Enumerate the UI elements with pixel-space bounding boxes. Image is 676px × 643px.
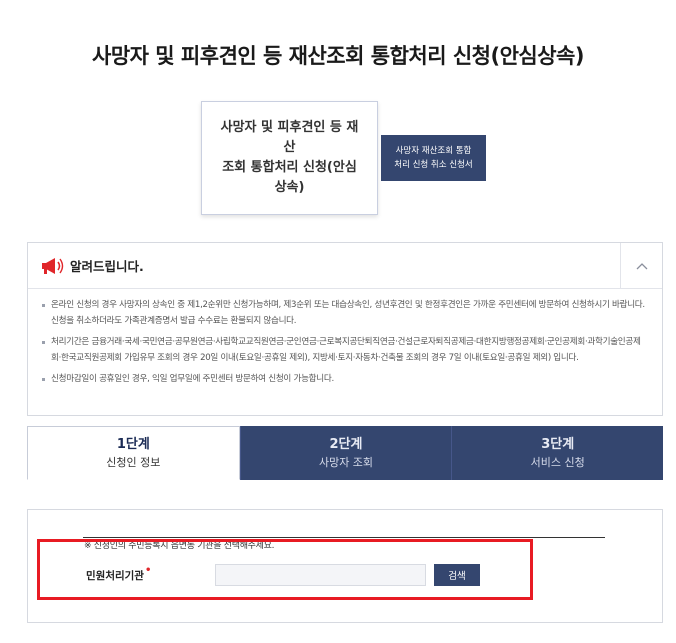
notice-item: 온라인 신청의 경우 사망자의 상속인 중 제1,2순위만 신청가능하며, 제3… <box>42 297 648 329</box>
notice-title: 알려드립니다. <box>70 259 144 274</box>
notice-item: 신청마감일이 공휴일인 경우, 익일 업무일에 주민센터 방문하여 신청이 가능… <box>42 371 648 387</box>
step-tabs: 1단계 신청인 정보 2단계 사망자 조회 3단계 서비스 신청 <box>27 426 664 480</box>
step-number: 2단계 <box>329 436 363 452</box>
notice-list: 온라인 신청의 경우 사망자의 상속인 중 제1,2순위만 신청가능하며, 제3… <box>28 289 662 387</box>
org-field-label: 민원처리기관• <box>86 565 152 582</box>
service-card-label: 사망자 및 피후견인 등 재 산 조회 통합처리 신청(안심 상속) <box>220 120 359 195</box>
chevron-up-icon <box>636 262 647 269</box>
notice-collapse-toggle[interactable] <box>620 243 662 288</box>
notice-header: 알려드립니다. <box>28 243 662 289</box>
applicant-form: ※ 신청인의 주민등록지 읍면동 기관을 선택해주세요. 민원처리기관• 검색 <box>27 509 663 623</box>
megaphone-icon <box>42 257 64 274</box>
notice-item: 처리기간은 금융거래·국세·국민연금·공무원연금·사립학교교직원연금·군인연금·… <box>42 334 648 366</box>
step-tab-2[interactable]: 2단계 사망자 조회 <box>239 426 452 480</box>
form-note: ※ 신청인의 주민등록지 읍면동 기관을 선택해주세요. <box>84 541 275 551</box>
step-label: 사망자 조회 <box>318 455 374 469</box>
cancel-application-button[interactable]: 사망자 재산조회 통합 처리 신청 취소 신청서 <box>381 135 486 181</box>
step-number: 3단계 <box>541 436 575 452</box>
form-divider <box>83 537 605 538</box>
service-card-inheritance[interactable]: 사망자 및 피후견인 등 재 산 조회 통합처리 신청(안심 상속) <box>201 101 378 215</box>
org-input[interactable] <box>215 564 426 586</box>
org-search-button[interactable]: 검색 <box>434 564 480 586</box>
step-label: 서비스 신청 <box>530 455 585 469</box>
step-label: 신청인 정보 <box>106 455 161 469</box>
page-title: 사망자 및 피후견인 등 재산조회 통합처리 신청(안심상속) <box>92 44 584 68</box>
required-mark: • <box>144 565 152 576</box>
step-number: 1단계 <box>116 436 150 452</box>
step-tab-1[interactable]: 1단계 신청인 정보 <box>27 426 240 480</box>
step-tab-3[interactable]: 3단계 서비스 신청 <box>451 426 664 480</box>
notice-panel: 알려드립니다. 온라인 신청의 경우 사망자의 상속인 중 제1,2순위만 신청… <box>27 242 663 416</box>
